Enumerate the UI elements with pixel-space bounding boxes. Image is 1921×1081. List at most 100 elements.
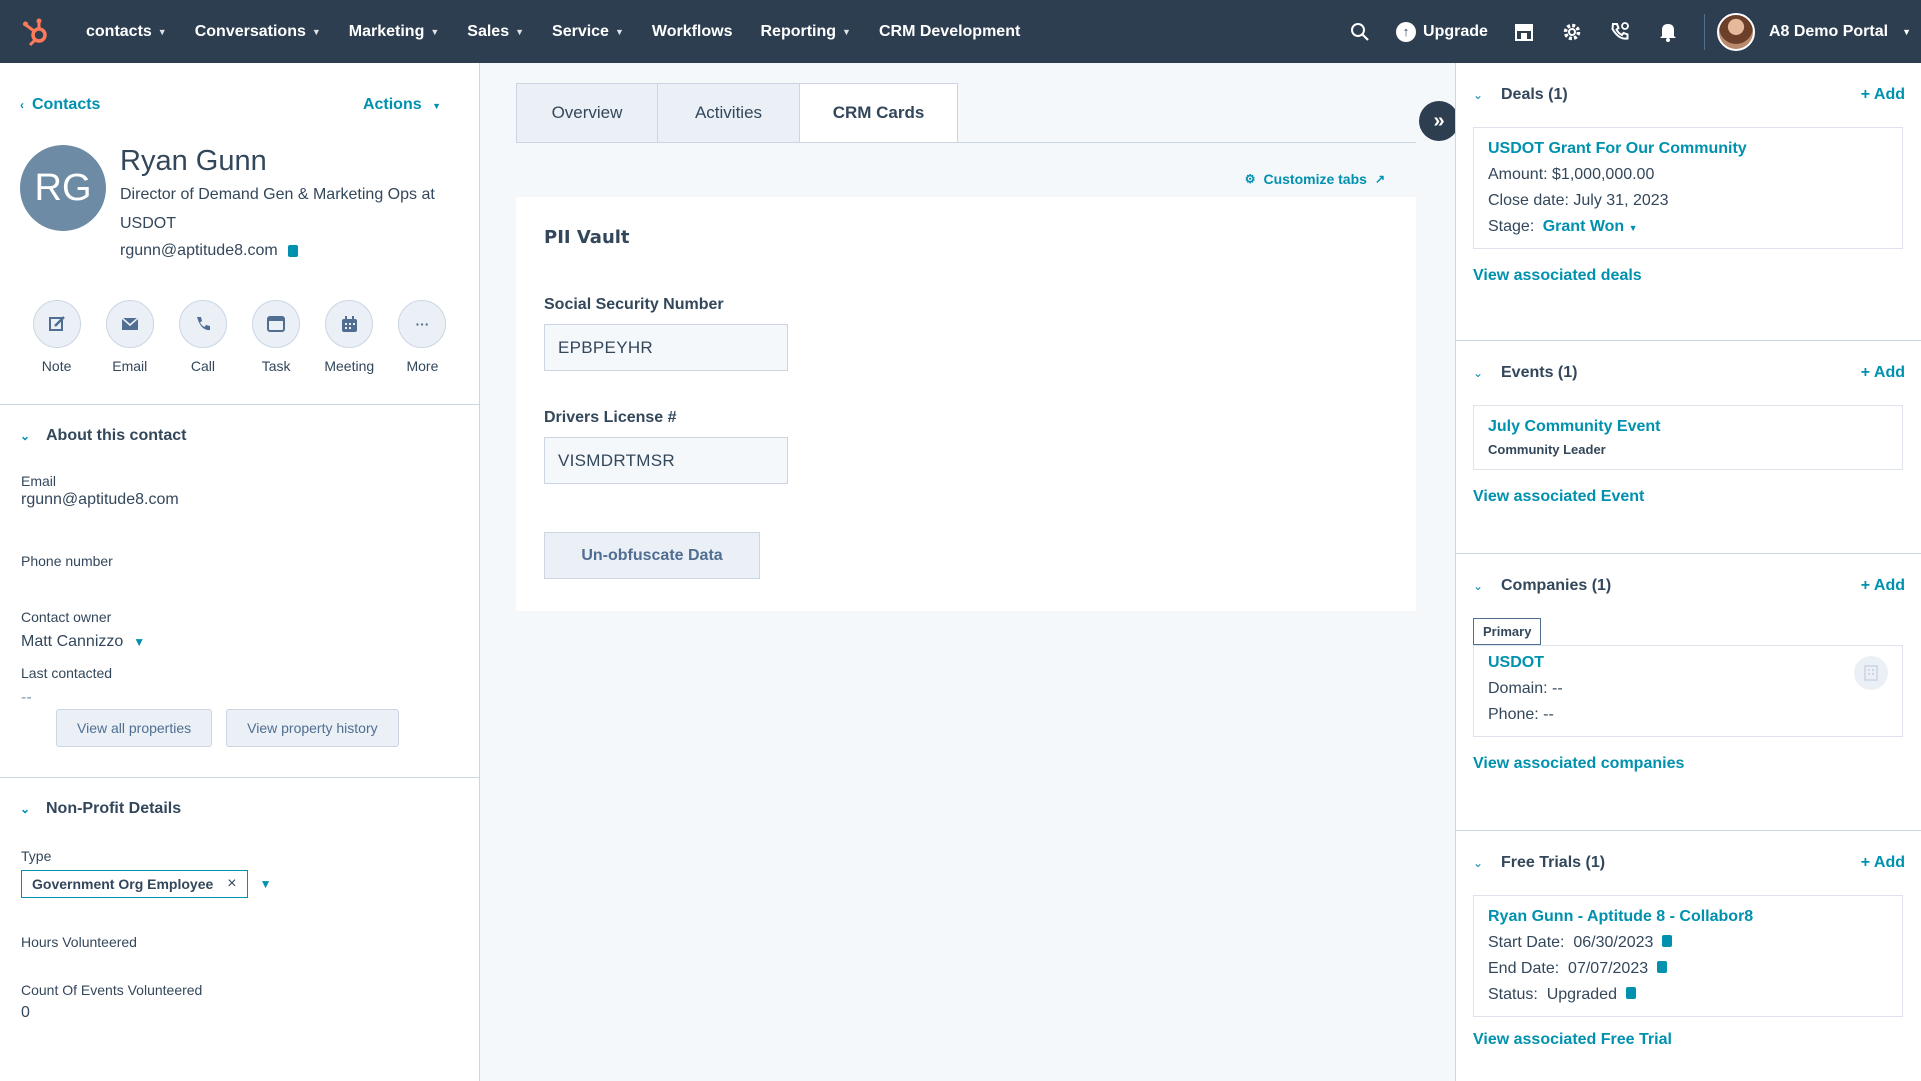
- deals-header[interactable]: ⌄ Deals (1) + Add: [1456, 63, 1921, 127]
- envelope-icon: [105, 300, 154, 348]
- last-contacted-label: Last contacted: [21, 665, 113, 681]
- meeting-action[interactable]: Meeting: [313, 300, 386, 374]
- free-trial-name-link[interactable]: Ryan Gunn - Aptitude 8 - Collabor8: [1488, 908, 1888, 926]
- actions-label: Actions: [362, 96, 422, 113]
- event-card: July Community Event Community Leader: [1473, 405, 1903, 470]
- double-chevron-right-icon[interactable]: »: [1419, 101, 1459, 141]
- more-label: More: [406, 358, 439, 374]
- owner-property[interactable]: Contact owner Matt Cannizzo ▼: [21, 609, 458, 651]
- search-icon[interactable]: [1336, 0, 1384, 63]
- nav-conversations[interactable]: Conversations ▼: [181, 0, 335, 63]
- task-label: Task: [261, 358, 291, 374]
- view-associated-companies-link[interactable]: View associated companies: [1473, 755, 1905, 773]
- deal-stage-dropdown[interactable]: Grant Won ▼: [1543, 218, 1638, 235]
- type-property[interactable]: Type Government Org Employee × ▼: [21, 848, 458, 898]
- count-property[interactable]: Count Of Events Volunteered 0: [21, 982, 458, 1022]
- copy-icon[interactable]: [1657, 961, 1668, 973]
- chevron-down-icon: ▼: [1902, 26, 1911, 37]
- free-trials-header[interactable]: ⌄ Free Trials (1) + Add: [1456, 831, 1921, 895]
- start-date: Start Date: 06/30/2023: [1488, 934, 1654, 951]
- tab-activities[interactable]: Activities: [658, 83, 800, 143]
- owner-name: Matt Cannizzo: [21, 633, 124, 650]
- last-contacted-value: --: [21, 689, 32, 706]
- copy-icon[interactable]: [1662, 935, 1673, 947]
- about-properties: Email rgunn@aptitude8.com Phone number C…: [0, 473, 479, 747]
- bell-icon[interactable]: [1644, 0, 1692, 63]
- event-name-link[interactable]: July Community Event: [1488, 418, 1888, 436]
- copy-icon[interactable]: [287, 245, 298, 257]
- deal-name-link[interactable]: USDOT Grant For Our Community: [1488, 140, 1888, 158]
- view-property-history-button[interactable]: View property history: [226, 709, 399, 747]
- hubspot-logo-icon[interactable]: [0, 0, 72, 63]
- company-name-link[interactable]: USDOT: [1488, 654, 1888, 672]
- hours-property-label: Hours Volunteered: [21, 934, 137, 950]
- add-event-button[interactable]: + Add: [1861, 364, 1905, 382]
- gear-icon[interactable]: [1548, 0, 1596, 63]
- actions-dropdown[interactable]: Actions ▼: [363, 96, 441, 114]
- chevron-down-icon: ▼: [311, 26, 321, 37]
- nav-contacts[interactable]: contacts ▼: [72, 0, 181, 63]
- tab-overview[interactable]: Overview: [516, 83, 658, 143]
- contact-email[interactable]: rgunn@aptitude8.com: [120, 242, 278, 260]
- upgrade-button[interactable]: ↑ Upgrade: [1384, 21, 1500, 42]
- note-action[interactable]: Note: [20, 300, 93, 374]
- building-icon: [1854, 656, 1888, 690]
- portal-name: A8 Demo Portal: [1768, 22, 1889, 40]
- note-label: Note: [41, 358, 72, 374]
- email-property[interactable]: Email rgunn@aptitude8.com: [21, 473, 458, 509]
- meeting-label: Meeting: [324, 358, 375, 374]
- view-all-properties-button[interactable]: View all properties: [56, 709, 213, 747]
- main-content: Overview Activities CRM Cards » ⚙ Custom…: [480, 63, 1459, 1081]
- about-section-toggle[interactable]: ⌄ About this contact: [0, 405, 479, 467]
- add-deal-button[interactable]: + Add: [1861, 86, 1905, 104]
- free-trial-end: End Date: 07/07/2023: [1488, 960, 1888, 978]
- type-tag[interactable]: Government Org Employee ×: [21, 870, 248, 898]
- deals-section: ⌄ Deals (1) + Add USDOT Grant For Our Co…: [1456, 63, 1921, 285]
- nav-workflows[interactable]: Workflows: [638, 0, 747, 63]
- view-associated-free-trial-link[interactable]: View associated Free Trial: [1473, 1031, 1905, 1049]
- deal-stage: Stage: Grant Won ▼: [1488, 218, 1888, 236]
- copy-icon[interactable]: [1625, 987, 1636, 999]
- customize-tabs-link[interactable]: ⚙ Customize tabs ↗: [1245, 171, 1385, 187]
- nav-crm-development[interactable]: CRM Development: [865, 0, 1034, 63]
- task-action[interactable]: Task: [240, 300, 313, 374]
- nonprofit-section-toggle[interactable]: ⌄ Non-Profit Details: [0, 778, 479, 840]
- event-role: Community Leader: [1488, 442, 1606, 457]
- email-action[interactable]: Email: [93, 300, 166, 374]
- contact-job-title[interactable]: Director of Demand Gen & Marketing Ops a…: [120, 180, 465, 238]
- caret-down-icon[interactable]: ▼: [260, 877, 272, 891]
- contact-name[interactable]: Ryan Gunn: [120, 145, 465, 178]
- nav-sales[interactable]: Sales ▼: [453, 0, 538, 63]
- nav-service[interactable]: Service ▼: [538, 0, 638, 63]
- events-header[interactable]: ⌄ Events (1) + Add: [1456, 341, 1921, 405]
- remove-icon[interactable]: ×: [227, 875, 236, 893]
- nav-marketing[interactable]: Marketing ▼: [335, 0, 454, 63]
- add-free-trial-button[interactable]: + Add: [1861, 854, 1905, 872]
- gear-icon: ⚙: [1244, 172, 1256, 186]
- tab-crm-cards[interactable]: CRM Cards: [800, 83, 958, 143]
- nav-reporting[interactable]: Reporting ▼: [746, 0, 864, 63]
- hours-property[interactable]: Hours Volunteered: [21, 934, 458, 974]
- un-obfuscate-button[interactable]: Un-obfuscate Data: [544, 532, 760, 579]
- more-action[interactable]: ··· More: [386, 300, 459, 374]
- back-to-contacts-link[interactable]: ‹ Contacts: [20, 96, 100, 114]
- phone-property[interactable]: Phone number: [21, 553, 458, 593]
- add-company-button[interactable]: + Add: [1861, 577, 1905, 595]
- account-menu[interactable]: A8 Demo Portal ▼: [1716, 12, 1921, 51]
- calling-icon[interactable]: [1596, 0, 1644, 63]
- nav-contacts-label: contacts: [86, 22, 152, 40]
- drivers-license-field[interactable]: VISMDRTMSR: [544, 437, 788, 484]
- nav-reporting-label: Reporting: [760, 22, 837, 40]
- count-property-label: Count Of Events Volunteered: [21, 982, 203, 998]
- nav-sales-label: Sales: [467, 22, 510, 40]
- last-contacted-property[interactable]: Last contacted --: [21, 665, 458, 707]
- ssn-field[interactable]: EPBPEYHR: [544, 324, 788, 371]
- nav-conversations-label: Conversations: [194, 22, 306, 40]
- view-associated-event-link[interactable]: View associated Event: [1473, 488, 1905, 506]
- companies-header[interactable]: ⌄ Companies (1) + Add: [1456, 554, 1921, 618]
- call-action[interactable]: Call: [166, 300, 239, 374]
- owner-property-label: Contact owner: [21, 609, 112, 625]
- view-associated-deals-link[interactable]: View associated deals: [1473, 267, 1905, 285]
- marketplace-icon[interactable]: [1500, 0, 1548, 63]
- calendar-icon: [325, 300, 374, 348]
